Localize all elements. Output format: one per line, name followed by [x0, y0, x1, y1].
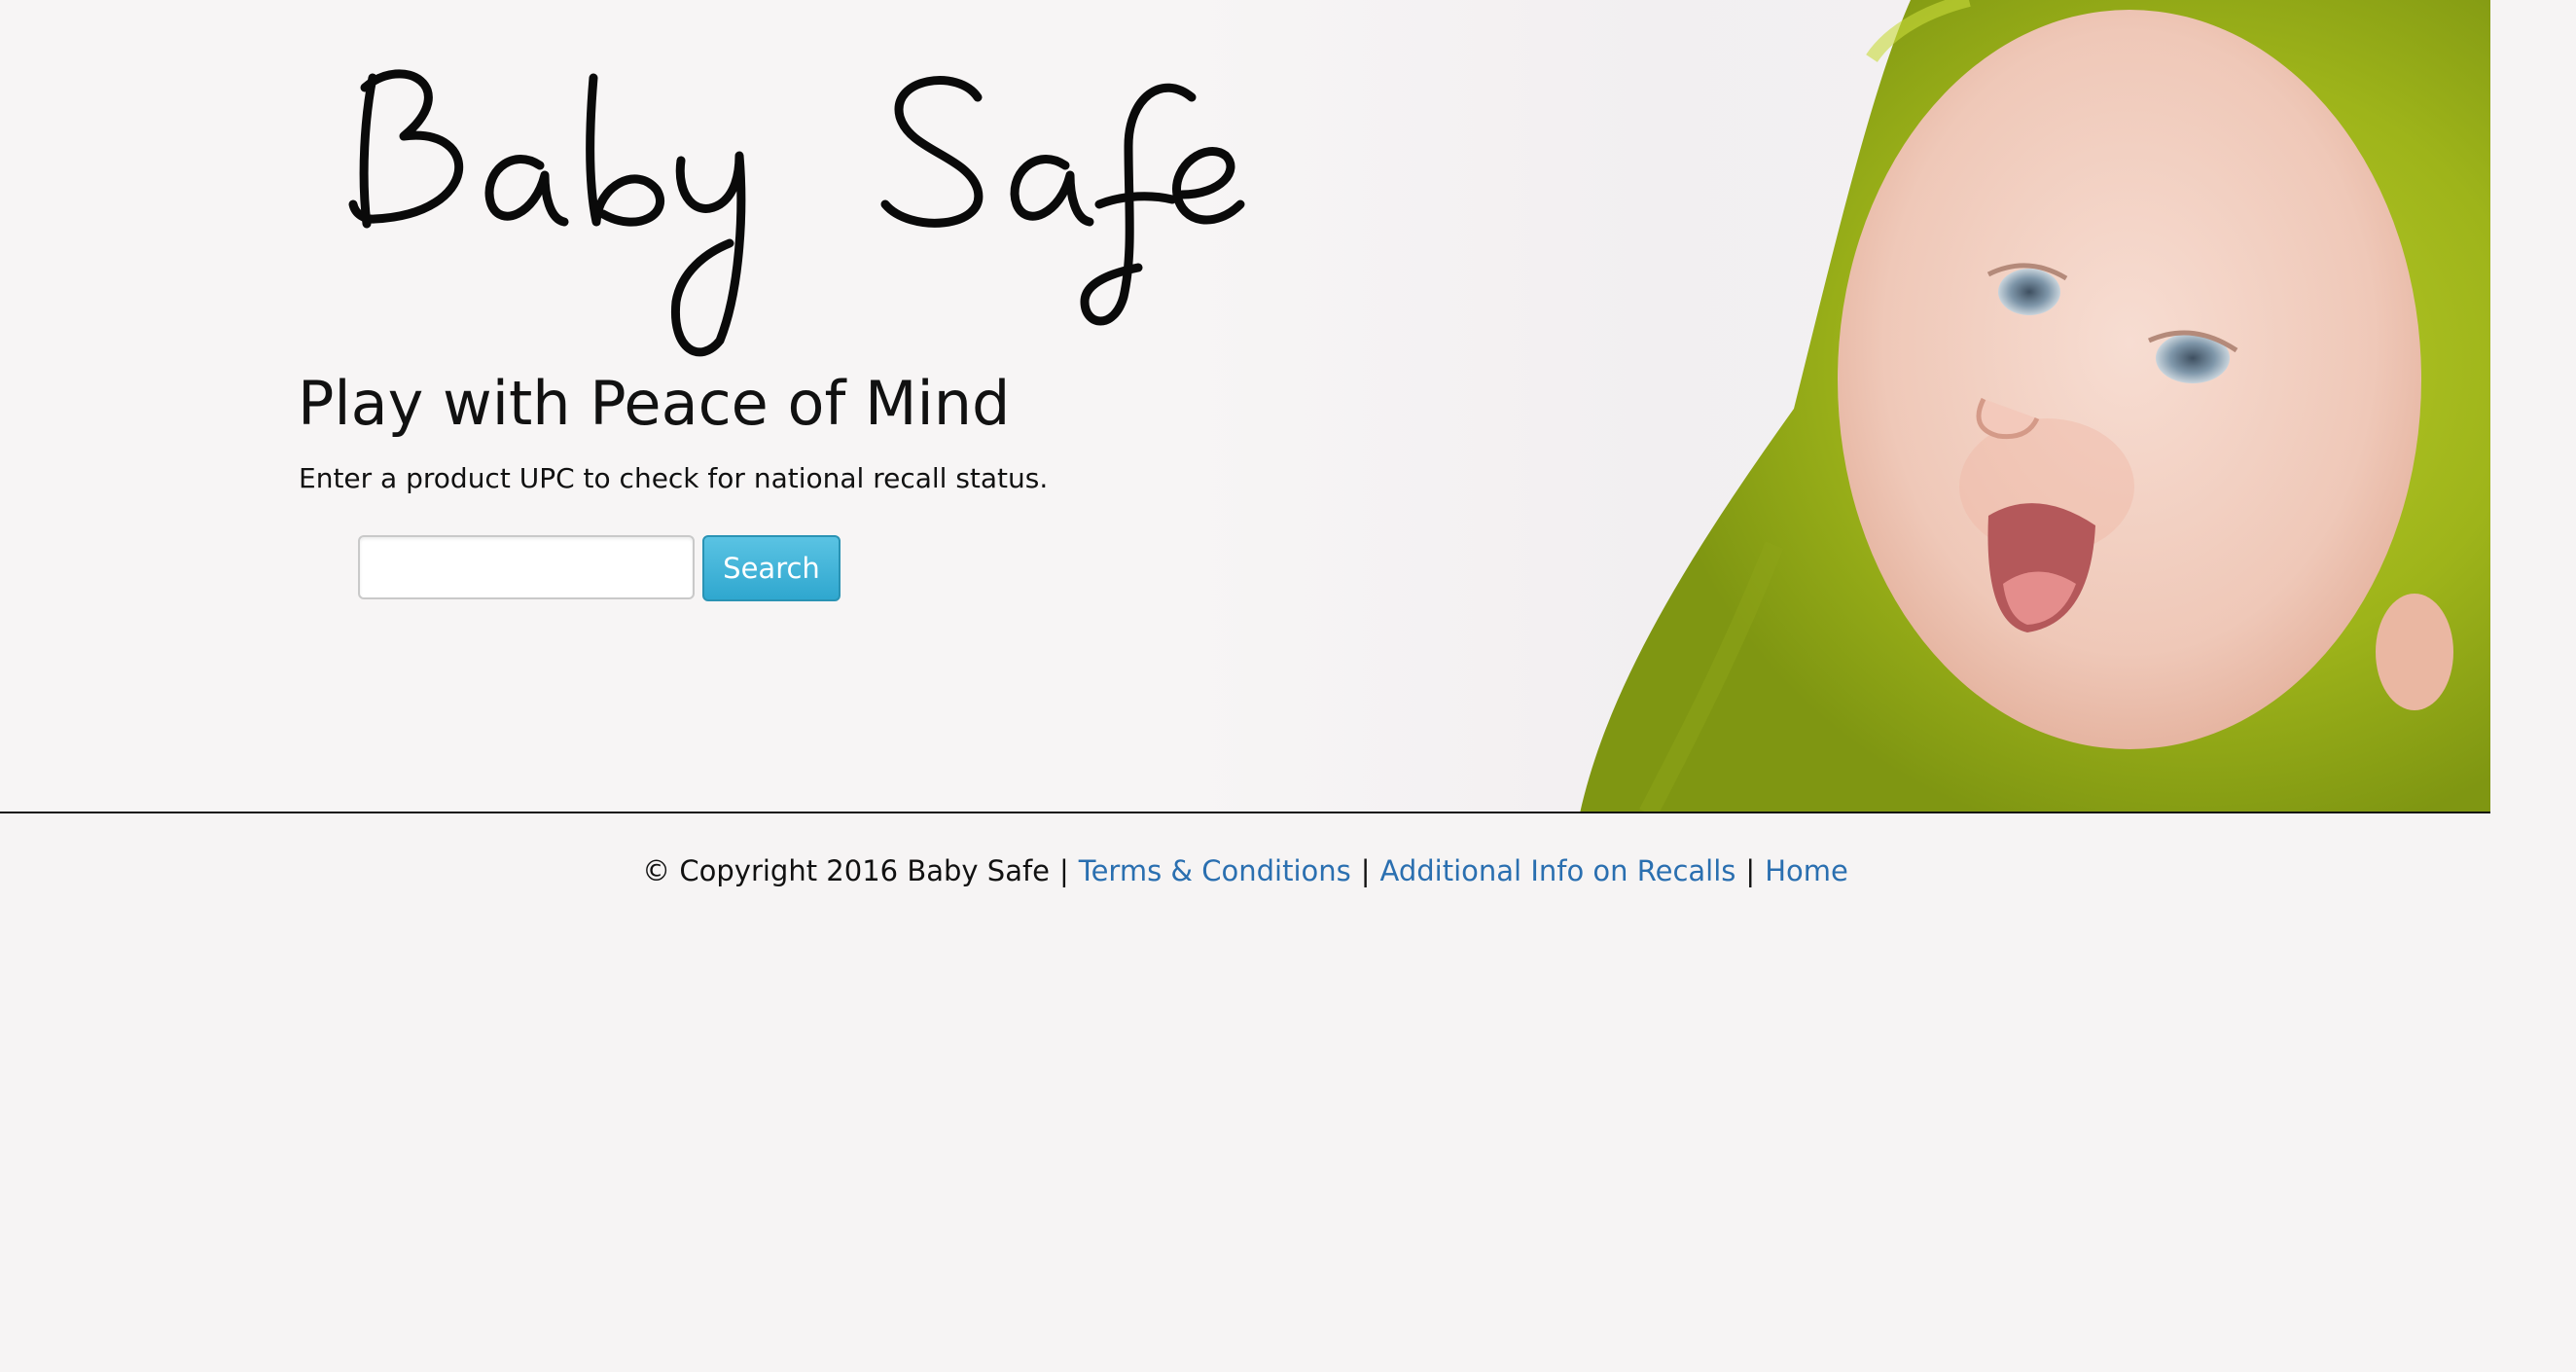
terms-conditions-link[interactable]: Terms & Conditions	[1079, 854, 1351, 887]
footer-separator: |	[1745, 854, 1756, 887]
footer-separator: |	[1360, 854, 1371, 887]
page-title: Play with Peace of Mind	[298, 368, 1011, 439]
home-link[interactable]: Home	[1765, 854, 1848, 887]
baby-safe-logo	[345, 58, 1279, 370]
page: Play with Peace of Mind Enter a product …	[0, 0, 2576, 1372]
upc-search-input[interactable]	[358, 535, 695, 599]
search-button[interactable]: Search	[702, 535, 841, 601]
hero-banner: Play with Peace of Mind Enter a product …	[0, 0, 2490, 813]
divider	[0, 812, 2490, 813]
additional-info-recalls-link[interactable]: Additional Info on Recalls	[1380, 854, 1736, 887]
baby-photo	[1191, 0, 2490, 813]
copyright-text: © Copyright 2016 Baby Safe	[642, 854, 1051, 887]
instructions-text: Enter a product UPC to check for nationa…	[299, 462, 1049, 494]
footer: © Copyright 2016 Baby Safe | Terms & Condi…	[0, 854, 2490, 887]
footer-separator: |	[1059, 854, 1069, 887]
